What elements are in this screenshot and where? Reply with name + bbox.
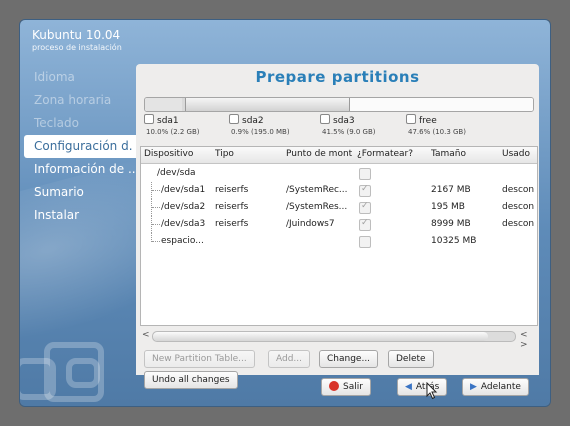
- installer-window: Kubuntu 10.04 proceso de instalación Idi…: [20, 20, 550, 406]
- tree-connector: [151, 199, 160, 216]
- step-sumario: Sumario: [34, 185, 84, 199]
- step-instalar: Instalar: [34, 208, 80, 222]
- tree-connector: [151, 233, 160, 242]
- stop-icon: [329, 381, 339, 391]
- partition-bar: [144, 97, 534, 112]
- scroll-thumb[interactable]: [153, 332, 488, 341]
- legend-swatch-icon: [144, 114, 154, 124]
- cell-used: descon: [502, 185, 535, 195]
- table-row[interactable]: espacio... 10325 MB: [141, 233, 537, 250]
- cell-device: /dev/sda2: [161, 202, 206, 212]
- table-header: Dispositivo Tipo Punto de mont ¿Formatea…: [141, 147, 537, 164]
- table-row[interactable]: /dev/sda2 reiserfs /SystemRes... 195 MB …: [141, 199, 537, 216]
- step-idioma: Idioma: [34, 70, 75, 84]
- step-informacion: Información de ...: [34, 162, 138, 176]
- cell-size: 2167 MB: [431, 185, 471, 195]
- arrow-right-icon: ▶: [470, 382, 477, 392]
- scroll-track[interactable]: [152, 331, 516, 342]
- legend-name: sda3: [333, 116, 355, 126]
- cell-type: reiserfs: [215, 202, 249, 212]
- table-row[interactable]: /dev/sda: [141, 165, 537, 182]
- page-title: Prepare partitions: [255, 68, 420, 86]
- change-partition-button[interactable]: Change...: [319, 350, 379, 368]
- arrow-left-icon: ◀: [405, 382, 412, 392]
- legend-swatch-icon: [229, 114, 239, 124]
- next-button[interactable]: ▶ Adelante: [462, 378, 529, 396]
- horizontal-scrollbar[interactable]: < < >: [142, 330, 534, 350]
- legend-name: sda1: [157, 116, 179, 126]
- back-button[interactable]: ◀Atrás: [397, 378, 448, 396]
- step-configuracion: Configuración d.: [24, 135, 140, 158]
- column-header-formatear[interactable]: ¿Formatear?: [357, 149, 413, 159]
- legend-name: free: [419, 116, 437, 126]
- cell-used: descon: [502, 219, 535, 229]
- format-checkbox[interactable]: [359, 218, 371, 231]
- partition-table[interactable]: Dispositivo Tipo Punto de mont ¿Formatea…: [140, 146, 538, 326]
- legend-size: 47.6% (10.3 GB): [408, 128, 466, 136]
- legend-sda3: sda3 41.5% (9.0 GB): [320, 114, 376, 136]
- app-subtitle: proceso de instalación: [32, 43, 122, 52]
- cell-mount: /SystemRec...: [286, 185, 348, 195]
- column-header-tamano[interactable]: Tamaño: [431, 149, 466, 159]
- new-partition-table-button[interactable]: New Partition Table...: [144, 350, 255, 368]
- legend-swatch-icon: [320, 114, 330, 124]
- cell-device: espacio...: [161, 236, 204, 246]
- column-header-usado[interactable]: Usado: [502, 149, 530, 159]
- column-header-dispositivo[interactable]: Dispositivo: [144, 149, 193, 159]
- legend-free: free 47.6% (10.3 GB): [406, 114, 466, 136]
- partition-panel: Prepare partitions sda1 10.0% (2.2 GB) s…: [136, 64, 539, 389]
- cell-device: /dev/sda3: [161, 219, 206, 229]
- step-zona-horaria: Zona horaria: [34, 93, 112, 107]
- quit-label: Salir: [343, 382, 363, 392]
- cell-device: /dev/sda1: [161, 185, 206, 195]
- tree-connector: [151, 182, 160, 199]
- format-checkbox[interactable]: [359, 201, 371, 214]
- cell-device: /dev/sda: [157, 168, 196, 178]
- tree-connector: [151, 216, 160, 233]
- scroll-left-arrow[interactable]: <: [142, 330, 150, 340]
- quit-button[interactable]: Salir: [321, 378, 371, 396]
- column-header-tipo[interactable]: Tipo: [215, 149, 234, 159]
- cell-mount: /SystemRes...: [286, 202, 348, 212]
- legend-size: 0.9% (195.0 MB): [231, 128, 290, 136]
- cell-size: 8999 MB: [431, 219, 471, 229]
- legend-sda1: sda1 10.0% (2.2 GB): [144, 114, 200, 136]
- partition-segment-sda3: [186, 98, 350, 111]
- table-row[interactable]: /dev/sda3 reiserfs /Juindows7 8999 MB de…: [141, 216, 537, 233]
- legend-name: sda2: [242, 116, 264, 126]
- app-title: Kubuntu 10.04: [32, 28, 121, 42]
- undo-all-changes-button[interactable]: Undo all changes: [144, 371, 238, 389]
- cell-type: reiserfs: [215, 185, 249, 195]
- cell-used: descon: [502, 202, 535, 212]
- delete-partition-button[interactable]: Delete: [388, 350, 434, 368]
- add-partition-button[interactable]: Add...: [268, 350, 311, 368]
- partition-segment-free: [350, 98, 533, 111]
- cell-size: 10325 MB: [431, 236, 477, 246]
- table-row[interactable]: /dev/sda1 reiserfs /SystemRec... 2167 MB…: [141, 182, 537, 199]
- format-checkbox[interactable]: [359, 168, 371, 180]
- cell-mount: /Juindows7: [286, 219, 335, 229]
- cell-size: 195 MB: [431, 202, 465, 212]
- legend-sda2: sda2 0.9% (195.0 MB): [229, 114, 290, 136]
- step-list: Idioma Zona horaria Teclado Configuració…: [24, 66, 140, 227]
- legend-swatch-icon: [406, 114, 416, 124]
- next-label: Adelante: [480, 382, 521, 392]
- cell-type: reiserfs: [215, 219, 249, 229]
- legend-size: 10.0% (2.2 GB): [146, 128, 200, 136]
- format-checkbox[interactable]: [359, 184, 371, 197]
- partition-segment-sda1: [145, 98, 183, 111]
- scroll-right-arrows[interactable]: < >: [520, 330, 534, 350]
- step-teclado: Teclado: [34, 116, 79, 130]
- column-header-punto-montaje[interactable]: Punto de mont: [286, 149, 356, 159]
- brand: Kubuntu 10.04 proceso de instalación: [32, 28, 122, 52]
- legend-size: 41.5% (9.0 GB): [322, 128, 376, 136]
- format-checkbox[interactable]: [359, 236, 371, 248]
